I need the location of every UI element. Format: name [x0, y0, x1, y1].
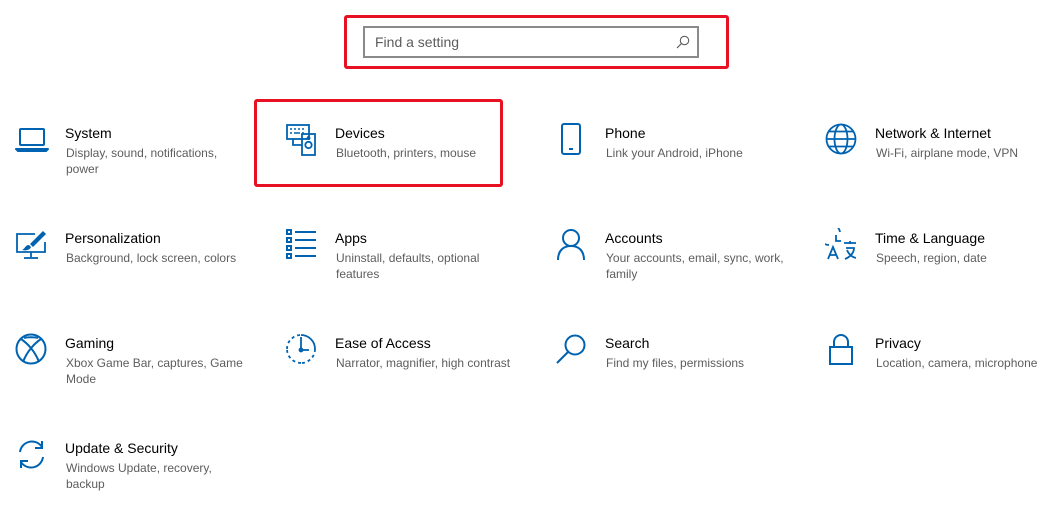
laptop-icon — [15, 123, 49, 157]
tile-apps[interactable]: Apps Uninstall, defaults, optional featu… — [285, 228, 525, 308]
tile-title: Devices — [335, 125, 385, 141]
tile-system[interactable]: System Display, sound, notifications, po… — [15, 123, 255, 203]
tile-title: Update & Security — [65, 440, 178, 456]
time-language-icon — [825, 228, 859, 262]
tile-title: Privacy — [875, 335, 921, 351]
tile-description: Speech, region, date — [876, 251, 987, 265]
search-input[interactable] — [365, 28, 669, 56]
lock-icon — [825, 333, 859, 367]
tile-description: Bluetooth, printers, mouse — [336, 146, 477, 160]
tile-title: System — [65, 125, 112, 141]
tile-description: Windows Update, recovery, backup — [66, 461, 212, 491]
tile-description: Display, sound, notifications, power — [66, 146, 218, 176]
search-box[interactable] — [363, 26, 699, 58]
tile-title: Phone — [605, 125, 646, 141]
paint-monitor-icon — [15, 228, 49, 262]
tile-title: Gaming — [65, 335, 115, 351]
tile-network-internet[interactable]: Network & Internet Wi-Fi, airplane mode,… — [825, 123, 1045, 203]
tile-devices[interactable]: Devices Bluetooth, printers, mouse — [285, 123, 525, 203]
ease-of-access-icon — [285, 333, 319, 367]
tile-description: Link your Android, iPhone — [606, 146, 743, 160]
search-icon[interactable] — [669, 28, 697, 56]
tile-description: Wi-Fi, airplane mode, VPN — [876, 146, 1019, 160]
tile-title: Personalization — [65, 230, 161, 246]
tile-update-security[interactable]: Update & Security Windows Update, recove… — [15, 438, 255, 508]
tile-privacy[interactable]: Privacy Location, camera, microphone — [825, 333, 1045, 413]
tile-description: Uninstall, defaults, optional features — [336, 251, 480, 281]
tile-time-language[interactable]: Time & Language Speech, region, date — [825, 228, 1045, 308]
tile-search[interactable]: Search Find my files, permissions — [555, 333, 795, 413]
phone-icon — [555, 123, 589, 157]
tile-title: Ease of Access — [335, 335, 431, 351]
person-icon — [555, 228, 589, 262]
tile-description: Location, camera, microphone — [876, 356, 1038, 370]
tile-gaming[interactable]: Gaming Xbox Game Bar, captures, Game Mod… — [15, 333, 255, 413]
tile-title: Apps — [335, 230, 367, 246]
xbox-icon — [15, 333, 49, 367]
tile-ease-of-access[interactable]: Ease of Access Narrator, magnifier, high… — [285, 333, 525, 413]
keyboard-speaker-icon — [285, 123, 319, 157]
tile-description: Background, lock screen, colors — [66, 251, 237, 265]
tile-personalization[interactable]: Personalization Background, lock screen,… — [15, 228, 255, 308]
globe-icon — [825, 123, 859, 157]
tile-title: Search — [605, 335, 650, 351]
tile-title: Network & Internet — [875, 125, 991, 141]
settings-home: System Display, sound, notifications, po… — [0, 0, 1045, 508]
magnifier-icon — [555, 333, 589, 367]
tile-description: Find my files, permissions — [606, 356, 745, 370]
tile-title: Time & Language — [875, 230, 985, 246]
app-list-icon — [285, 228, 319, 262]
tile-phone[interactable]: Phone Link your Android, iPhone — [555, 123, 795, 203]
sync-icon — [15, 438, 49, 472]
tile-description: Narrator, magnifier, high contrast — [336, 356, 511, 370]
tile-description: Your accounts, email, sync, work, family — [606, 251, 784, 281]
tile-description: Xbox Game Bar, captures, Game Mode — [66, 356, 243, 386]
tile-title: Accounts — [605, 230, 663, 246]
tile-accounts[interactable]: Accounts Your accounts, email, sync, wor… — [555, 228, 795, 308]
